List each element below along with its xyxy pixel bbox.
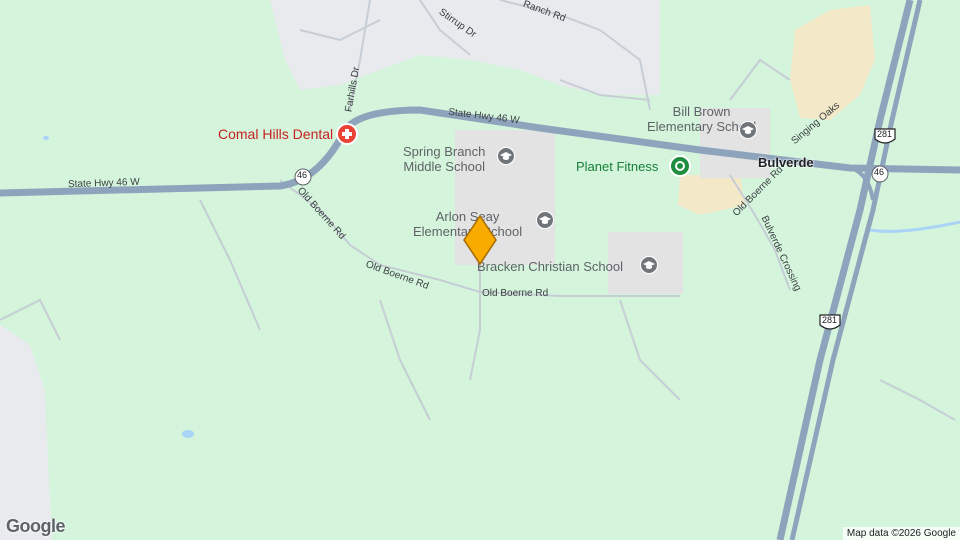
residential-area-west: [0, 325, 52, 540]
pond-1: [182, 430, 194, 438]
graduation-cap-icon: [500, 152, 512, 160]
google-logo-text: Google: [6, 516, 66, 536]
town-label: Bulverde: [758, 155, 814, 170]
us-highway-shield: 281: [818, 313, 842, 338]
shield-number: 281: [822, 315, 838, 325]
medical-pin[interactable]: [336, 123, 358, 150]
poi-label-dental[interactable]: Comal Hills Dental: [218, 126, 333, 142]
state-highway-shield: 46: [871, 165, 889, 188]
pond-2: [43, 136, 49, 140]
local-road-6: [619, 299, 681, 401]
shield-number: 46: [297, 170, 308, 180]
school-icon[interactable]: [739, 121, 757, 139]
school-icon[interactable]: [497, 147, 515, 165]
map-attribution[interactable]: Map data ©2026 Google: [842, 527, 960, 540]
poi-label-line: Spring Branch: [403, 144, 486, 159]
local-road-5: [469, 265, 481, 381]
location-marker[interactable]: [462, 214, 498, 271]
medical-cross-icon: [336, 123, 358, 145]
fitness-pin[interactable]: [669, 155, 691, 182]
local-road-9: [879, 379, 956, 421]
poi-label-line: Middle School: [403, 159, 486, 174]
google-logo: Google: [6, 516, 66, 537]
school-icon[interactable]: [640, 256, 658, 274]
graduation-cap-icon: [742, 126, 754, 134]
creek: [869, 220, 960, 233]
local-road-7: [379, 299, 431, 421]
graduation-cap-icon: [539, 216, 551, 224]
fitness-icon: [669, 155, 691, 177]
road-label: Old Boerne Rd: [482, 288, 549, 299]
local-road-4: [729, 58, 791, 101]
map-view[interactable]: Comal Hills Dental Spring Branch Middle …: [0, 0, 960, 540]
state-highway-shield: 46: [294, 168, 312, 191]
shield-number: 281: [877, 129, 893, 139]
poi-label-line: Bill Brown: [672, 104, 731, 119]
poi-label-spring-branch[interactable]: Spring Branch Middle School: [403, 144, 485, 174]
location-pin-icon: [463, 214, 497, 266]
shield-number: 46: [874, 167, 885, 177]
graduation-cap-icon: [643, 261, 655, 269]
residential-area-north: [270, 0, 660, 95]
local-road-8: [199, 199, 261, 331]
us-highway-shield: 281: [873, 127, 897, 152]
poi-label-planet-fitness[interactable]: Planet Fitness: [576, 159, 658, 174]
school-icon[interactable]: [536, 211, 554, 229]
poi-label-bracken[interactable]: Bracken Christian School: [477, 259, 623, 274]
